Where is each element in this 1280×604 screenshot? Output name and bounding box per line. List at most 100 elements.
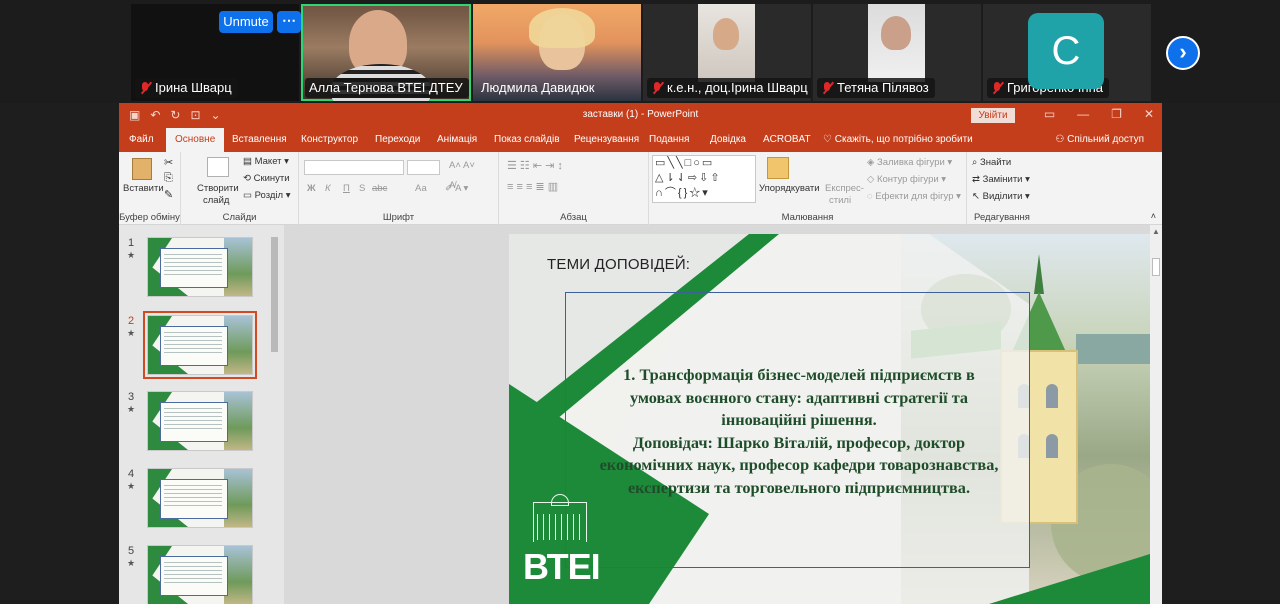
replace-icon: ⇄ bbox=[972, 174, 983, 185]
lightbulb-icon: ♡ bbox=[823, 134, 835, 145]
shadow-button[interactable]: S bbox=[359, 183, 365, 194]
participant-tile[interactable]: Ірина Шварц bbox=[131, 4, 299, 101]
participant-tile[interactable]: Тетяна Пілявоз bbox=[813, 4, 981, 101]
participant-name: к.е.н., доц.Ірина Шварц bbox=[667, 80, 808, 95]
copy-icon[interactable]: ⎘ bbox=[164, 172, 173, 185]
format-painter-icon[interactable]: ✎ bbox=[164, 188, 173, 201]
group-editing: ⌕ Знайти ⇄ Замінити ▾ ↖ Виділити ▾ Редаг… bbox=[967, 152, 1037, 225]
participant-name: Людмила Давидюк bbox=[481, 80, 595, 95]
group-drawing: ▭╲╲□○▭ △⇂⇃⇨⇩⇧ ∩⌒{}☆▾ Упорядкувати Експрес-… bbox=[649, 152, 967, 225]
participant-tile-active-speaker[interactable]: Алла Тернова ВТЕІ ДТЕУ bbox=[301, 4, 471, 101]
section-button[interactable]: ▭ Розділ ▾ bbox=[243, 190, 291, 201]
slide-number: 3 bbox=[128, 391, 135, 403]
bullets-icon[interactable]: ☰ ☷ ⇤ ⇥ ↕ bbox=[507, 159, 563, 172]
mic-muted-icon bbox=[991, 81, 1003, 95]
quick-styles-button-line2[interactable]: стилі bbox=[829, 195, 851, 206]
chevron-right-icon[interactable]: › bbox=[1166, 36, 1200, 70]
mic-muted-icon bbox=[139, 81, 151, 95]
participant-tile[interactable]: к.е.н., доц.Ірина Шварц bbox=[643, 4, 811, 101]
font-name-input[interactable] bbox=[304, 160, 404, 175]
new-slide-button[interactable]: Створити bbox=[197, 183, 239, 194]
tab-insert[interactable]: Вставлення bbox=[232, 128, 287, 152]
tab-animations[interactable]: Анімація bbox=[437, 128, 477, 152]
slide-thumbnail[interactable] bbox=[147, 468, 253, 528]
participant-tile[interactable]: Людмила Давидюк bbox=[473, 4, 641, 101]
sign-in-button[interactable]: Увійти bbox=[971, 108, 1015, 123]
group-label: Абзац bbox=[560, 212, 587, 223]
more-options-button[interactable]: ⋯ bbox=[277, 11, 301, 33]
paste-button[interactable]: Вставити bbox=[123, 183, 164, 194]
cut-icon[interactable]: ✂ bbox=[164, 156, 173, 169]
shapes-gallery[interactable]: ▭╲╲□○▭ △⇂⇃⇨⇩⇧ ∩⌒{}☆▾ bbox=[652, 155, 756, 203]
reset-label: Скинути bbox=[253, 173, 290, 184]
participant-name-tag: Людмила Давидюк bbox=[477, 78, 600, 98]
paste-icon[interactable] bbox=[132, 158, 152, 180]
group-paragraph: ☰ ☷ ⇤ ⇥ ↕ ≡ ≡ ≡ ≣ ▥ Абзац bbox=[499, 152, 649, 225]
slide-body-text[interactable]: 1. Трансформація бізнес-моделей підприєм… bbox=[539, 364, 1059, 500]
slide-thumbnail[interactable] bbox=[147, 237, 253, 297]
select-button[interactable]: ↖ Виділити ▾ bbox=[972, 191, 1030, 202]
participant-name-tag: Тетяна Пілявоз bbox=[817, 78, 935, 98]
font-size-input[interactable] bbox=[407, 160, 440, 175]
ribbon-display-icon[interactable]: ▭ bbox=[1044, 107, 1055, 121]
participant-name-tag: Ірина Шварц bbox=[135, 78, 238, 98]
body-line: Доповідач: Шарко Віталій, професор, докт… bbox=[632, 432, 966, 452]
section-label: Розділ bbox=[254, 190, 284, 201]
collapse-ribbon-icon[interactable]: ˄ bbox=[1151, 211, 1156, 221]
replace-button[interactable]: ⇄ Замінити ▾ bbox=[972, 174, 1030, 185]
underline-button[interactable]: П bbox=[343, 183, 350, 194]
tell-me-search[interactable]: ♡ Скажіть, що потрібно зробити bbox=[823, 128, 973, 152]
tab-view[interactable]: Подання bbox=[649, 128, 689, 152]
restore-icon[interactable]: ❐ bbox=[1111, 107, 1122, 121]
find-button[interactable]: ⌕ Знайти bbox=[972, 157, 1011, 168]
vtei-logo: ВТЕІ bbox=[523, 494, 605, 587]
tab-file[interactable]: Файл bbox=[129, 128, 154, 152]
slide-number: 1 bbox=[128, 237, 135, 249]
align-icon[interactable]: ≡ ≡ ≡ ≣ ▥ bbox=[507, 180, 558, 193]
tab-design[interactable]: Конструктор bbox=[301, 128, 358, 152]
slide-thumbnail-selected[interactable] bbox=[143, 311, 257, 379]
layout-button[interactable]: ▤ Макет ▾ bbox=[243, 156, 289, 167]
tab-review[interactable]: Рецензування bbox=[574, 128, 639, 152]
slide-number: 5 bbox=[128, 545, 135, 557]
close-icon[interactable]: ✕ bbox=[1144, 107, 1154, 121]
slide-canvas[interactable]: ТЕМИ ДОПОВІДЕЙ: 1. Трансформація бізнес-… bbox=[509, 234, 1162, 604]
reset-button[interactable]: ⟲ Скинути bbox=[243, 173, 290, 184]
person-icon: ⚇ bbox=[1055, 134, 1068, 145]
powerpoint-window: ▣ ↶ ↻ ⊡ ⌄ заставки (1) - PowerPoint Увій… bbox=[119, 103, 1162, 604]
unmute-button[interactable]: Unmute bbox=[219, 11, 273, 33]
italic-button[interactable]: К bbox=[325, 183, 331, 194]
tab-acrobat[interactable]: ACROBAT bbox=[763, 128, 811, 152]
shape-outline-button[interactable]: ◇ Контур фігури ▾ bbox=[867, 174, 946, 185]
scrollbar-thumb[interactable] bbox=[1152, 258, 1160, 276]
editor-scrollbar[interactable]: ▲ bbox=[1150, 225, 1162, 604]
arrange-button[interactable]: Упорядкувати bbox=[759, 183, 820, 194]
change-case-button[interactable]: Аа bbox=[415, 183, 427, 194]
fill-icon: ◈ bbox=[867, 157, 877, 168]
slide-thumbnail[interactable] bbox=[147, 391, 253, 451]
quick-styles-button[interactable]: Експрес- bbox=[825, 183, 864, 194]
mic-muted-icon bbox=[821, 81, 833, 95]
scrollbar-thumb[interactable] bbox=[271, 237, 278, 352]
tab-slideshow[interactable]: Показ слайдів bbox=[494, 128, 560, 152]
strikethrough-button[interactable]: abc bbox=[372, 183, 387, 194]
shape-effects-button[interactable]: ◌ Ефекти для фігур ▾ bbox=[867, 191, 961, 202]
bold-button[interactable]: Ж bbox=[307, 183, 316, 194]
participant-hair bbox=[529, 8, 595, 48]
tab-help[interactable]: Довідка bbox=[710, 128, 746, 152]
new-slide-button-line2[interactable]: слайд bbox=[203, 195, 229, 206]
tab-home[interactable]: Основне bbox=[166, 128, 225, 152]
thumbnails-scrollbar[interactable] bbox=[269, 225, 280, 604]
arrange-icon[interactable] bbox=[767, 157, 789, 179]
participant-avatar: C bbox=[1028, 13, 1104, 89]
scroll-up-icon[interactable]: ▲ bbox=[1152, 227, 1160, 236]
minimize-icon[interactable]: — bbox=[1077, 107, 1089, 121]
tab-transitions[interactable]: Переходи bbox=[375, 128, 420, 152]
shape-fill-button[interactable]: ◈ Заливка фігури ▾ bbox=[867, 157, 952, 168]
new-slide-icon[interactable] bbox=[207, 157, 229, 177]
star-icon: ★ bbox=[127, 328, 136, 338]
share-button[interactable]: ⚇ Спільний доступ bbox=[1055, 128, 1144, 152]
slide-thumbnail[interactable] bbox=[147, 545, 253, 604]
font-grow-icon[interactable]: A˄ A˅ bbox=[449, 160, 475, 171]
highlight-icon[interactable]: ✐ A ▾ bbox=[445, 183, 468, 194]
